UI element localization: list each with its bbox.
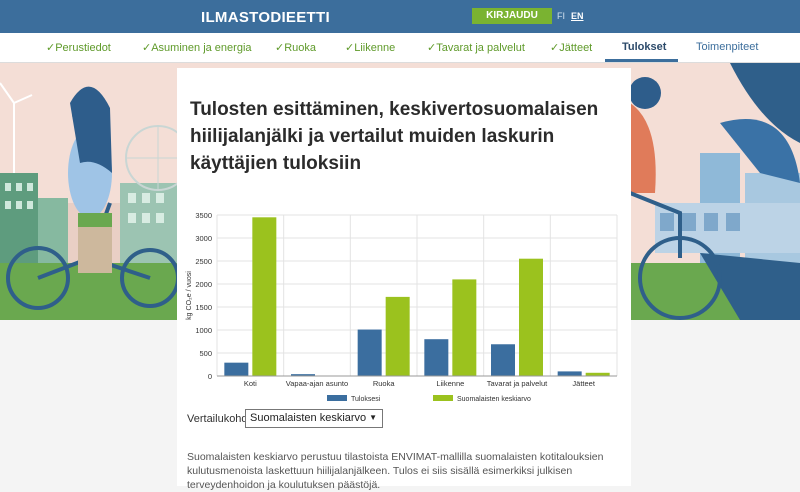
- compare-label: Vertailukohde: [187, 413, 254, 425]
- y-tick-label: 2500: [195, 257, 212, 266]
- legend-label: Tuloksesi: [351, 396, 381, 403]
- nav-item-jatteet[interactable]: ✓Jätteet: [550, 41, 592, 54]
- active-tab-indicator: [605, 59, 678, 62]
- bar-keskiarvo: [519, 258, 543, 376]
- language-en-link[interactable]: EN: [571, 11, 584, 21]
- top-header: ILMASTODIEETTI KIRJAUDU FI EN: [0, 0, 800, 33]
- x-tick-label: Ruoka: [373, 379, 396, 388]
- compare-select-value: Suomalaisten keskiarvo: [250, 412, 367, 424]
- results-card: Tulosten esittäminen, keskivertosuomalai…: [177, 68, 631, 491]
- nav-item-perustiedot[interactable]: ✓Perustiedot: [46, 41, 111, 54]
- nav-item-label: Asuminen ja energia: [151, 42, 252, 54]
- nav-item-label: Toimenpiteet: [696, 41, 759, 53]
- bar-tuloksesi: [557, 371, 582, 376]
- compare-select[interactable]: Suomalaisten keskiarvo ▼: [245, 409, 383, 428]
- check-icon: ✓: [142, 42, 152, 54]
- emissions-chart: 0 500 1000 1500 2000 2500 3000 3500 Koti Vapaa-aj…: [177, 208, 631, 408]
- check-icon: ✓: [345, 42, 355, 54]
- y-tick-label: 500: [199, 349, 212, 358]
- bar-tuloksesi: [424, 339, 449, 376]
- x-tick-label: Vapaa-ajan asunto: [286, 379, 348, 388]
- bar-keskiarvo: [385, 296, 410, 376]
- nav-item-label: Perustiedot: [55, 42, 111, 54]
- nav-item-toimenpiteet[interactable]: Toimenpiteet: [696, 41, 758, 53]
- y-tick-label: 0: [208, 372, 212, 381]
- y-tick-label: 3000: [195, 234, 212, 243]
- nav-item-liikenne[interactable]: ✓Liikenne: [345, 41, 395, 54]
- caret-down-icon: ▼: [369, 413, 377, 422]
- site-logo[interactable]: ILMASTODIEETTI: [201, 9, 330, 26]
- y-tick-label: 3500: [195, 211, 212, 220]
- legend-swatch: [433, 395, 453, 401]
- y-tick-label: 1500: [195, 303, 212, 312]
- legend-swatch: [327, 395, 347, 401]
- x-tick-label: Liikenne: [436, 379, 464, 388]
- bar-chart-svg: 0 500 1000 1500 2000 2500 3000 3500 Koti Vapaa-aj…: [186, 211, 618, 403]
- x-tick-label: Tavarat ja palvelut: [487, 379, 548, 388]
- check-icon: ✓: [427, 42, 437, 54]
- nav-item-label: Tavarat ja palvelut: [436, 42, 525, 54]
- bar-tuloksesi: [357, 329, 382, 376]
- legend-label: Suomalaisten keskiarvo: [457, 396, 531, 403]
- x-tick-label: Jätteet: [572, 379, 595, 388]
- login-button[interactable]: KIRJAUDU: [472, 8, 552, 24]
- main-nav: ✓Perustiedot ✓Asuminen ja energia ✓Ruoka…: [0, 33, 800, 63]
- bar-keskiarvo: [452, 279, 477, 376]
- nav-item-ruoka[interactable]: ✓Ruoka: [275, 41, 316, 54]
- y-tick-label: 2000: [195, 280, 212, 289]
- y-axis-label: kg CO₂e / vuosi: [186, 271, 193, 320]
- check-icon: ✓: [550, 42, 560, 54]
- check-icon: ✓: [275, 42, 285, 54]
- nav-item-tavarat[interactable]: ✓Tavarat ja palvelut: [427, 41, 525, 54]
- bar-keskiarvo: [252, 217, 277, 376]
- bar-tuloksesi: [224, 362, 249, 376]
- page-title: Tulosten esittäminen, keskivertosuomalai…: [190, 99, 599, 174]
- check-icon: ✓: [46, 42, 56, 54]
- x-tick-label: Koti: [244, 379, 257, 388]
- bar-tuloksesi: [491, 344, 515, 376]
- nav-item-label: Jätteet: [559, 42, 593, 54]
- language-fi-link[interactable]: FI: [557, 11, 565, 21]
- y-tick-label: 1000: [195, 326, 212, 335]
- nav-item-label: Tulokset: [622, 41, 667, 53]
- nav-item-label: Ruoka: [284, 42, 317, 54]
- nav-item-label: Liikenne: [354, 42, 396, 54]
- nav-item-asuminen[interactable]: ✓Asuminen ja energia: [142, 41, 252, 54]
- comparison-description: Suomalaisten keskiarvo perustuu tilastoi…: [187, 450, 604, 491]
- nav-item-tulokset[interactable]: Tulokset: [622, 41, 666, 53]
